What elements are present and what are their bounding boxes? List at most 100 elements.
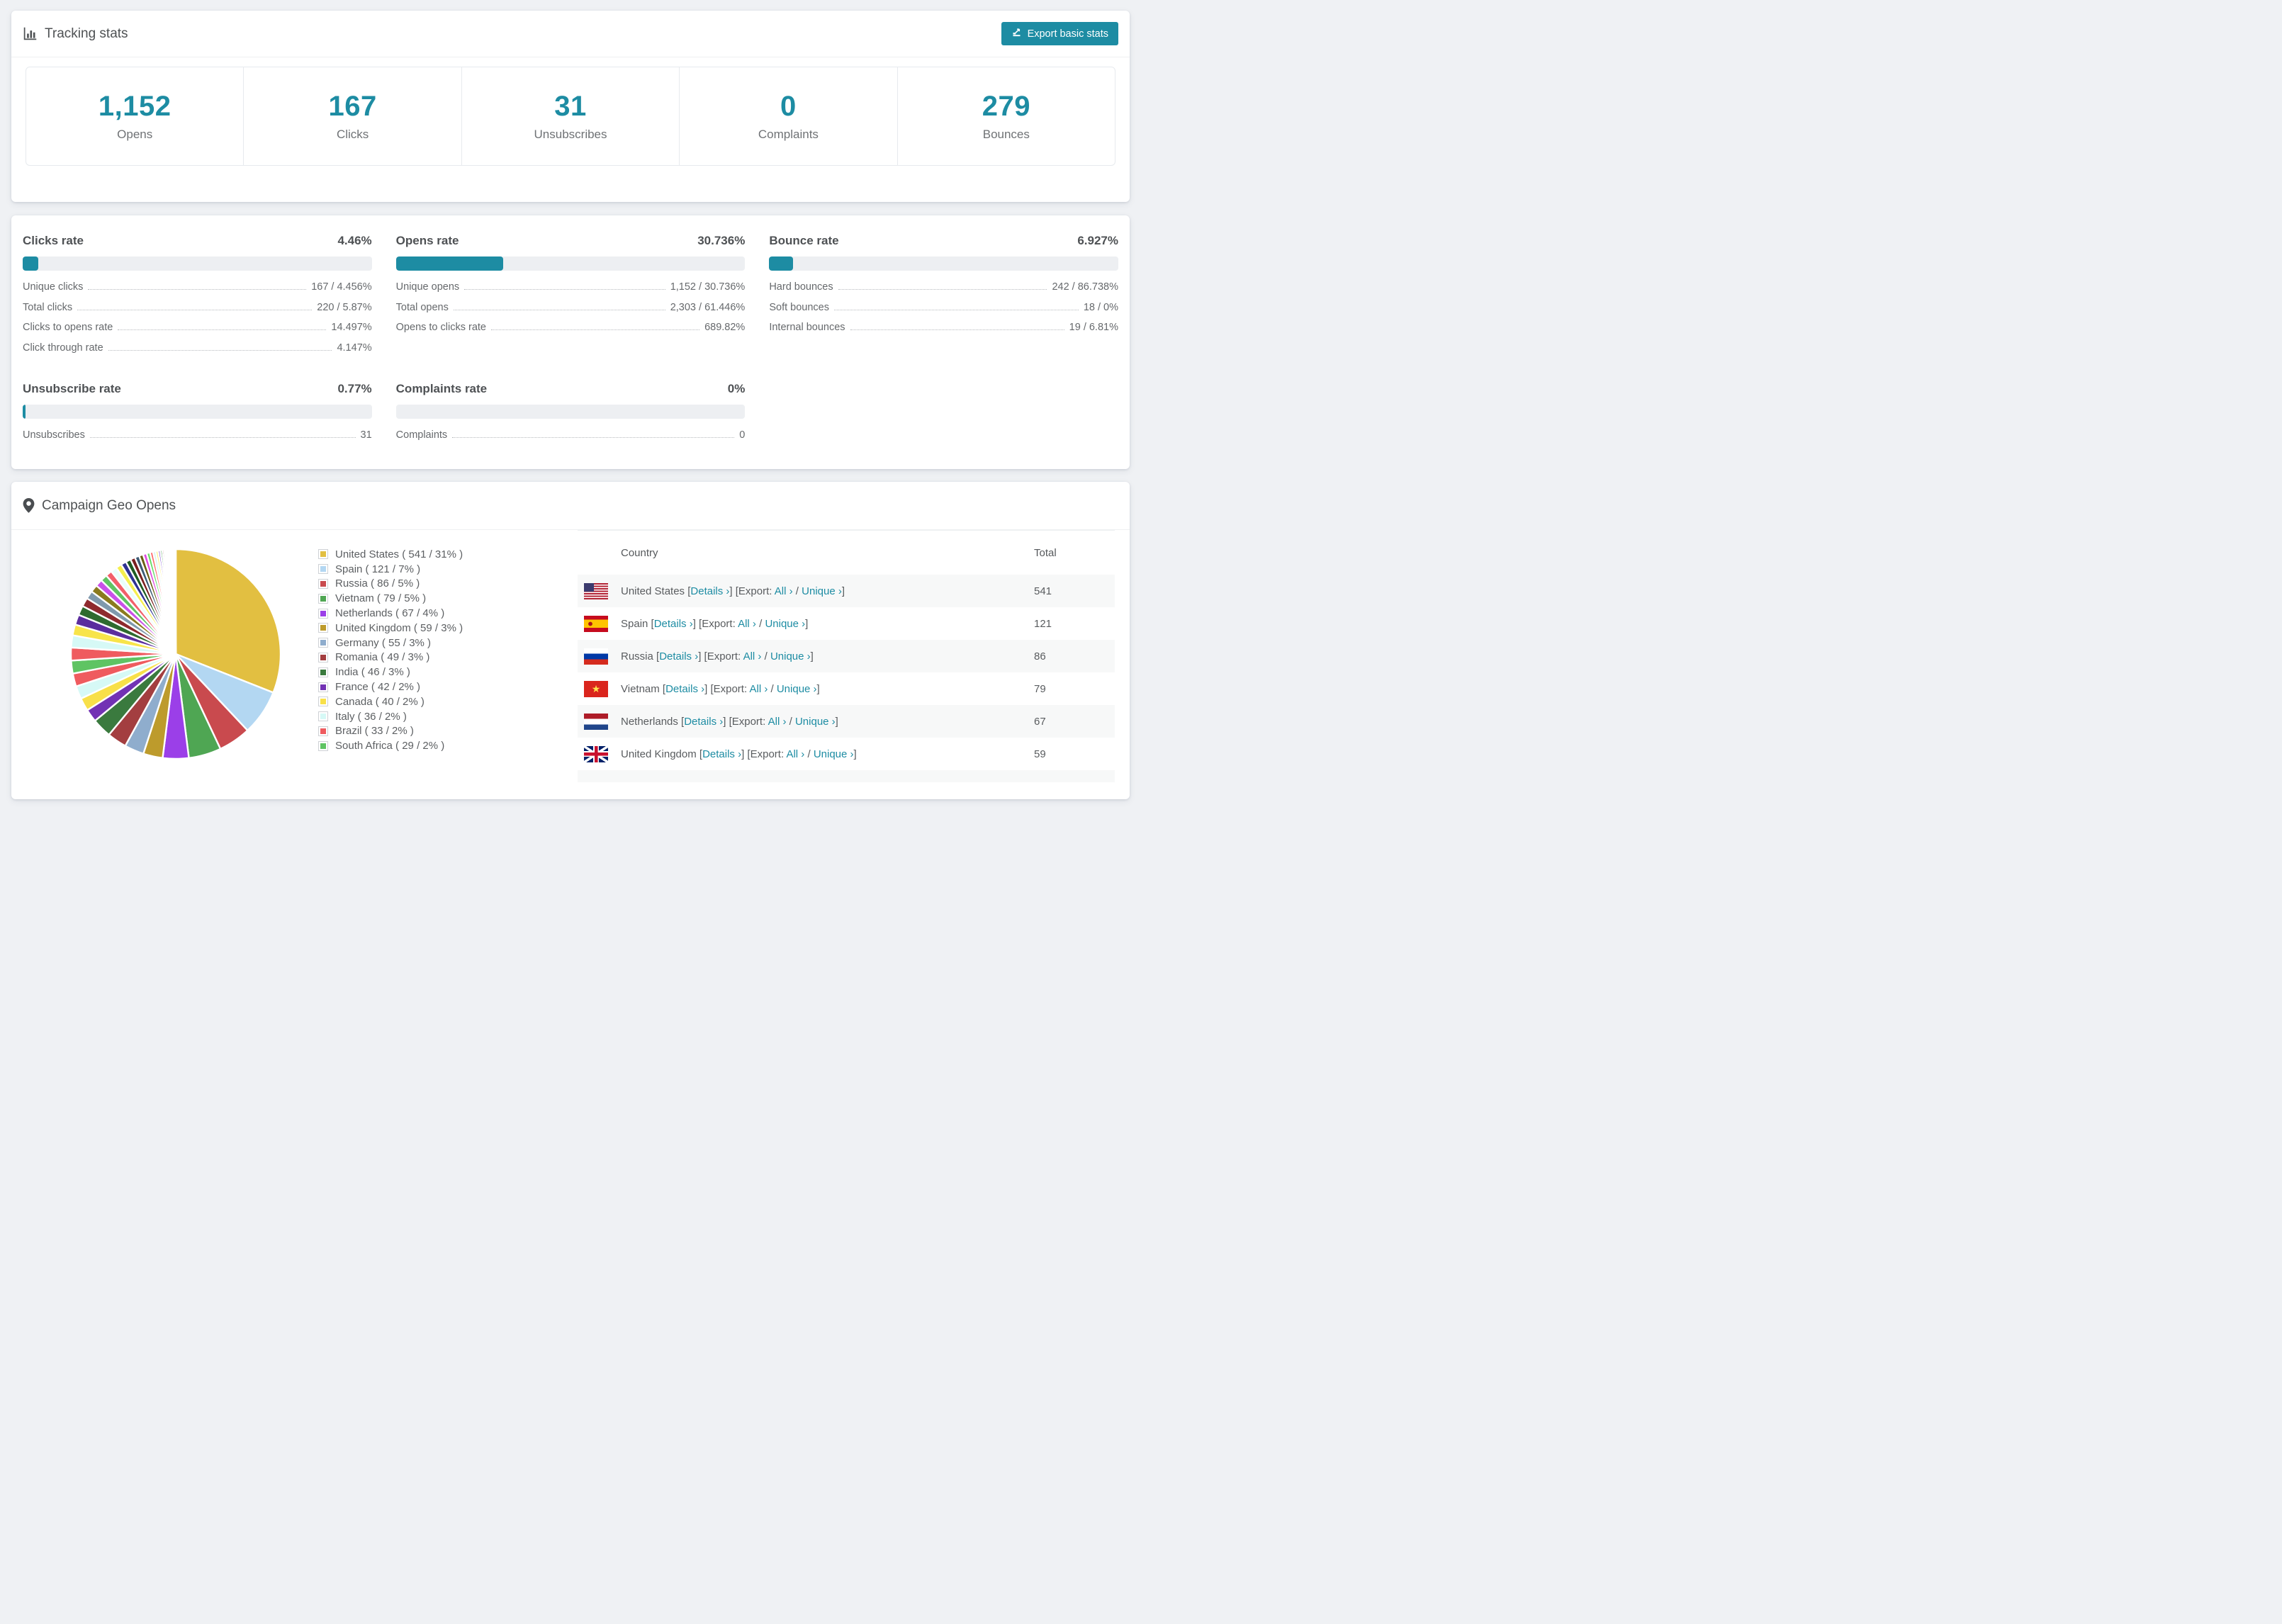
legend-swatch (318, 578, 328, 589)
country-cell: United States [Details ›] [Export: All ›… (621, 585, 845, 597)
country-flag (584, 582, 608, 599)
rate-row-label: Hard bounces (769, 281, 833, 293)
rates-card: Clicks rate 4.46% Unique clicks 167 / 4.… (11, 215, 1130, 469)
export-unique-link[interactable]: Unique › (770, 650, 811, 662)
legend-label: Italy ( 36 / 2% ) (335, 710, 407, 723)
legend-label: India ( 46 / 3% ) (335, 666, 410, 679)
legend-item[interactable]: Italy ( 36 / 2% ) (318, 709, 463, 724)
legend-swatch (318, 740, 328, 751)
export-all-link[interactable]: All › (775, 585, 793, 597)
legend-swatch (318, 549, 328, 560)
table-row: Russia [Details ›] [Export: All › / Uniq… (578, 640, 1115, 672)
legend-item[interactable]: India ( 46 / 3% ) (318, 665, 463, 680)
legend-item[interactable]: South Africa ( 29 / 2% ) (318, 738, 463, 753)
rate-progress-bar (395, 405, 746, 419)
summary-stat-value: 279 (982, 91, 1030, 122)
legend-swatch (318, 623, 328, 633)
legend-item[interactable]: France ( 42 / 2% ) (318, 680, 463, 694)
export-all-link[interactable]: All › (768, 716, 787, 728)
rate-row-value: 14.497% (331, 322, 372, 333)
details-link[interactable]: Details › (684, 716, 723, 728)
legend-swatch (318, 697, 328, 707)
summary-stat: 31 Unsubscribes (461, 67, 679, 165)
legend-item[interactable]: United Kingdom ( 59 / 3% ) (318, 621, 463, 636)
bar-chart-icon (23, 26, 38, 41)
rate-progress-bar (769, 256, 1118, 271)
legend-item[interactable]: Canada ( 40 / 2% ) (318, 694, 463, 709)
rate-row: Unsubscribes 31 (23, 429, 372, 450)
export-unique-link[interactable]: Unique › (777, 683, 817, 695)
table-row: Netherlands [Details ›] [Export: All › /… (578, 705, 1115, 738)
details-link[interactable]: Details › (654, 618, 693, 630)
tracking-stats-card: Tracking stats Export basic stats 1,152 … (11, 11, 1130, 202)
country-cell: Vietnam [Details ›] [Export: All › / Uni… (621, 682, 820, 695)
total-cell: 67 (1034, 715, 1046, 728)
country-cell: United Kingdom [Details ›] [Export: All … (621, 748, 857, 760)
details-link[interactable]: Details › (702, 748, 741, 760)
rate-row: Hard bounces 242 / 86.738% (769, 281, 1118, 302)
export-all-link[interactable]: All › (786, 748, 804, 760)
summary-stat-label: Unsubscribes (534, 128, 607, 141)
rate-row-value: 2,303 / 61.446% (670, 301, 746, 313)
geo-title-label: Campaign Geo Opens (42, 497, 176, 513)
country-flag (584, 648, 608, 665)
total-column-header: Total (1034, 546, 1057, 559)
table-row: United States [Details ›] [Export: All ›… (578, 575, 1115, 607)
legend-item[interactable]: Spain ( 121 / 7% ) (318, 562, 463, 577)
geo-header: Campaign Geo Opens (11, 482, 1130, 530)
rate-rows: Complaints 0 (396, 429, 746, 450)
export-unique-link[interactable]: Unique › (814, 748, 854, 760)
export-unique-link[interactable]: Unique › (795, 716, 836, 728)
rate-title: Clicks rate (23, 234, 84, 247)
legend-item[interactable]: Germany ( 55 / 3% ) (318, 636, 463, 650)
legend-label: United States ( 541 / 31% ) (335, 548, 463, 560)
details-link[interactable]: Details › (690, 585, 729, 597)
complaints-rate-section: Complaints rate 0% Complaints 0 (395, 378, 746, 450)
geo-content: United States ( 541 / 31% ) Spain ( 121 … (11, 530, 1130, 799)
export-all-link[interactable]: All › (743, 650, 762, 662)
dotted-leader (118, 329, 327, 330)
legend-swatch (318, 711, 328, 722)
table-row: United Kingdom [Details ›] [Export: All … (578, 738, 1115, 770)
details-link[interactable]: Details › (665, 683, 704, 695)
rate-rows: Unique opens 1,152 / 30.736% Total opens… (396, 281, 746, 342)
rate-progress-fill (23, 256, 38, 271)
legend-item[interactable]: Netherlands ( 67 / 4% ) (318, 606, 463, 621)
table-row: Spain [Details ›] [Export: All › / Uniqu… (578, 607, 1115, 640)
export-unique-link[interactable]: Unique › (802, 585, 842, 597)
dotted-leader (838, 289, 1047, 290)
legend-item[interactable]: United States ( 541 / 31% ) (318, 547, 463, 562)
legend-item[interactable]: Brazil ( 33 / 2% ) (318, 724, 463, 739)
summary-stat: 167 Clicks (243, 67, 461, 165)
details-link[interactable]: Details › (659, 650, 698, 662)
geo-pie-chart[interactable] (69, 547, 283, 761)
geo-table-header: Country Total (578, 531, 1115, 575)
export-unique-link[interactable]: Unique › (765, 618, 805, 630)
rate-row-label: Total clicks (23, 301, 73, 313)
legend-label: Spain ( 121 / 7% ) (335, 563, 421, 575)
summary-stat: 1,152 Opens (26, 67, 243, 165)
rate-row: Unique clicks 167 / 4.456% (23, 281, 372, 302)
rate-row-value: 1,152 / 30.736% (670, 281, 746, 293)
rate-row: Total clicks 220 / 5.87% (23, 302, 372, 322)
legend-swatch (318, 593, 328, 604)
legend-swatch (318, 667, 328, 677)
rate-row-value: 220 / 5.87% (317, 301, 372, 313)
country-cell: Spain [Details ›] [Export: All › / Uniqu… (621, 617, 809, 630)
legend-item[interactable]: Vietnam ( 79 / 5% ) (318, 591, 463, 606)
export-all-link[interactable]: All › (738, 618, 756, 630)
legend-label: Brazil ( 33 / 2% ) (335, 725, 414, 738)
legend-item[interactable]: Romania ( 49 / 3% ) (318, 650, 463, 665)
rate-row-label: Complaints (395, 429, 448, 441)
legend-swatch (318, 682, 328, 692)
rate-value: 6.927% (1077, 234, 1118, 247)
export-basic-stats-button[interactable]: Export basic stats (1001, 22, 1118, 45)
rate-row-label: Opens to clicks rate (395, 322, 486, 333)
summary-stat-label: Bounces (982, 128, 1030, 141)
legend-item[interactable]: Russia ( 86 / 5% ) (318, 577, 463, 592)
legend-swatch (318, 638, 328, 648)
export-all-link[interactable]: All › (749, 683, 768, 695)
rate-row: Click through rate 4.147% (23, 342, 372, 363)
legend-swatch (318, 726, 328, 736)
rate-rows: Hard bounces 242 / 86.738% Soft bounces … (769, 281, 1118, 342)
